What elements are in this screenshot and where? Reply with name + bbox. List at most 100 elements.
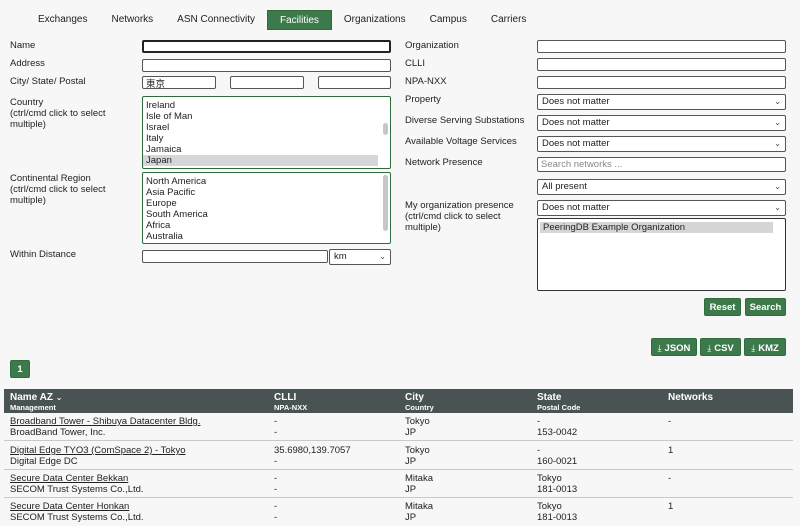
networks: - (668, 416, 672, 427)
management: SECOM Trust Systems Co.,Ltd. (10, 484, 144, 495)
tab-asn-connectivity[interactable]: ASN Connectivity (165, 10, 267, 30)
table-row: Secure Data Center Honkan SECOM Trust Sys… (4, 498, 793, 526)
region-hint: (ctrl/cmd click to select multiple) (10, 184, 106, 206)
name-input[interactable] (142, 40, 391, 53)
my-org-presence-label-text: My organization presence (405, 200, 514, 211)
region-option-africa[interactable]: Africa (143, 220, 390, 231)
facility-link[interactable]: Secure Data Center Bekkan (10, 473, 144, 484)
col-name[interactable]: Name AZ ⌄ Management (10, 392, 62, 413)
postal-code: 181-0013 (537, 484, 578, 495)
region-option-north-america[interactable]: North America (143, 176, 390, 187)
state-input[interactable] (230, 76, 304, 89)
npa-nxx-label: NPA-NXX (405, 76, 447, 87)
export-kmz-label: KMZ (758, 343, 779, 354)
clli: - (274, 473, 278, 484)
country-option-jamaica[interactable]: Jamaica (143, 144, 390, 155)
region-option-australia[interactable]: Australia (143, 231, 390, 242)
country-option-italy[interactable]: Italy (143, 133, 390, 144)
reset-button[interactable]: Reset (704, 298, 741, 316)
organization-input[interactable] (537, 40, 786, 53)
country-select[interactable]: Ireland Isle of Man Israel Italy Jamaica… (142, 96, 391, 169)
facility-link[interactable]: Broadband Tower - Shibuya Datacenter Bld… (10, 416, 200, 427)
country-option-japan[interactable]: Japan (143, 155, 378, 166)
voltage-services-select[interactable]: Does not matter ⌄ (537, 136, 786, 152)
clli-input[interactable] (537, 58, 786, 71)
export-json-label: JSON (664, 343, 691, 354)
country-scrollbar[interactable] (383, 99, 388, 166)
my-org-presence-label: My organization presence (ctrl/cmd click… (405, 200, 530, 233)
export-csv-button[interactable]: ⤓ CSV (700, 338, 741, 356)
region-option-asia-pacific[interactable]: Asia Pacific (143, 187, 390, 198)
country-option-isle-of-man[interactable]: Isle of Man (143, 111, 390, 122)
col-clli[interactable]: CLLI NPA-NXX (274, 392, 307, 413)
state: - (537, 445, 541, 456)
my-org-presence-hint: (ctrl/cmd click to select multiple) (405, 211, 501, 233)
export-json-button[interactable]: ⤓ JSON (651, 338, 697, 356)
npa-nxx: - (274, 512, 278, 523)
export-kmz-button[interactable]: ⤓ KMZ (744, 338, 786, 356)
my-org-presence-value: Does not matter (542, 202, 610, 213)
networks: - (668, 473, 672, 484)
page-1-button[interactable]: 1 (10, 360, 30, 378)
chevron-down-icon: ⌄ (55, 393, 63, 402)
tab-networks[interactable]: Networks (99, 10, 165, 30)
tab-exchanges[interactable]: Exchanges (26, 10, 99, 30)
distance-unit-select[interactable]: km ⌄ (329, 249, 391, 265)
country: JP (405, 456, 417, 467)
address-label: Address (10, 58, 45, 69)
my-org-select[interactable]: PeeringDB Example Organization (537, 218, 786, 291)
country-option-israel[interactable]: Israel (143, 122, 390, 133)
management: SECOM Trust Systems Co.,Ltd. (10, 512, 144, 523)
region-select[interactable]: North America Asia Pacific Europe South … (142, 172, 391, 244)
tab-organizations[interactable]: Organizations (332, 10, 418, 30)
tab-facilities[interactable]: Facilities (266, 10, 332, 30)
clli: 35.6980,139.7057 (274, 445, 351, 456)
col-postal-code: Postal Code (537, 403, 581, 412)
facility-link[interactable]: Digital Edge TYO3 (ComSpace 2) - Tokyo (10, 445, 185, 456)
city-input[interactable] (142, 76, 216, 89)
download-icon: ⤓ (657, 343, 662, 353)
city-state-postal-label: City/ State/ Postal (10, 76, 86, 87)
country: JP (405, 512, 417, 523)
country-option-ireland[interactable]: Ireland (143, 100, 390, 111)
col-name-label: Name AZ (10, 392, 53, 403)
npa-nxx: - (274, 427, 278, 438)
col-state-label: State (537, 392, 562, 403)
col-city[interactable]: City Country (405, 392, 434, 413)
region-scroll-thumb[interactable] (383, 175, 388, 231)
distance-unit-value: km (334, 251, 347, 262)
distance-input[interactable] (142, 250, 328, 263)
diverse-substations-select[interactable]: Does not matter ⌄ (537, 115, 786, 131)
country-scroll-thumb[interactable] (383, 123, 388, 135)
npa-nxx-input[interactable] (537, 76, 786, 89)
my-org-presence-select[interactable]: Does not matter ⌄ (537, 200, 786, 216)
postal-input[interactable] (318, 76, 391, 89)
city: Mitaka (405, 473, 433, 484)
region-scrollbar[interactable] (383, 175, 388, 241)
results-table-header: Name AZ ⌄ Management CLLI NPA-NXX City C… (4, 389, 793, 413)
network-search-input[interactable] (537, 157, 786, 172)
col-networks-label: Networks (668, 392, 714, 403)
search-tabs: Exchanges Networks ASN Connectivity Faci… (26, 10, 538, 30)
npa-nxx: - (274, 456, 278, 467)
tab-campus[interactable]: Campus (418, 10, 479, 30)
property-select[interactable]: Does not matter ⌄ (537, 94, 786, 110)
postal-code: 160-0021 (537, 456, 578, 467)
facility-link[interactable]: Secure Data Center Honkan (10, 501, 144, 512)
search-button[interactable]: Search (745, 298, 786, 316)
country-label-text: Country (10, 97, 44, 108)
region-option-europe[interactable]: Europe (143, 198, 390, 209)
org-option[interactable]: PeeringDB Example Organization (540, 222, 773, 233)
col-state[interactable]: State Postal Code (537, 392, 580, 413)
address-input[interactable] (142, 59, 391, 72)
property-label: Property (405, 94, 441, 105)
presence-mode-select[interactable]: All present ⌄ (537, 179, 786, 195)
col-networks[interactable]: Networks (668, 392, 713, 403)
networks: 1 (668, 501, 674, 512)
table-row: Digital Edge TYO3 (ComSpace 2) - Tokyo Di… (4, 442, 793, 470)
postal-code: 153-0042 (537, 427, 578, 438)
tab-carriers[interactable]: Carriers (479, 10, 539, 30)
country-label: Country (ctrl/cmd click to select multip… (10, 97, 135, 130)
name-label: Name (10, 40, 36, 51)
region-option-south-america[interactable]: South America (143, 209, 390, 220)
